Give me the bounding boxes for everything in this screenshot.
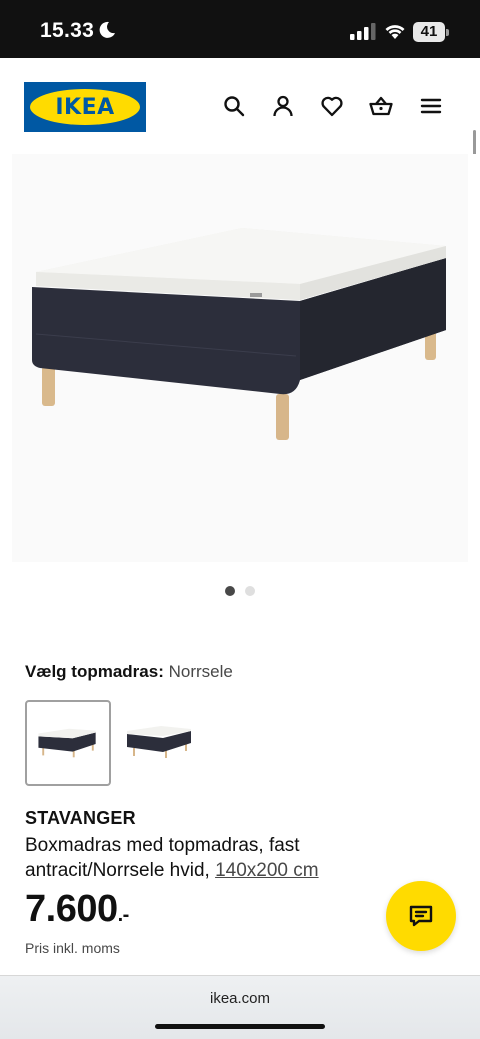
basket-icon[interactable] [369, 94, 393, 118]
signal-icon [350, 23, 376, 40]
wifi-icon [385, 25, 405, 39]
battery-level: 41 [420, 23, 438, 40]
battery-icon: 41 [413, 22, 449, 42]
address-bar[interactable]: ikea.com [0, 990, 480, 1007]
product-image[interactable] [0, 154, 480, 570]
product-name: STAVANGER [25, 808, 136, 828]
size-link[interactable]: 140x200 cm [215, 860, 319, 881]
price-note: Pris inkl. moms [25, 940, 120, 956]
user-icon[interactable] [271, 94, 295, 118]
logo-text: IKEA [55, 95, 115, 120]
price-value: 7.600 [25, 888, 118, 930]
site-header: IKEA [0, 58, 480, 154]
home-indicator[interactable] [155, 1024, 325, 1029]
variant-thumbnail-selected[interactable] [25, 700, 111, 786]
carousel-dots[interactable] [225, 586, 265, 596]
search-icon[interactable] [222, 94, 246, 118]
product-description: Boxmadras med topmadras, fast antracit/N… [25, 833, 385, 883]
status-time: 15.33 [40, 19, 95, 42]
variant-thumbnail[interactable] [117, 700, 203, 786]
ikea-logo[interactable]: IKEA [24, 82, 146, 132]
carousel-dot[interactable] [245, 586, 255, 596]
product-price: 7.600.- [25, 888, 129, 931]
carousel-dot-active[interactable] [225, 586, 235, 596]
chat-button[interactable] [386, 881, 456, 951]
price-suffix: .- [117, 904, 130, 926]
description-line1: Boxmadras med topmadras, fast [25, 835, 300, 856]
chat-icon [409, 905, 433, 927]
heart-icon[interactable] [320, 94, 344, 118]
topmattress-selector-label: Vælg topmadras: Norrsele [25, 662, 233, 682]
description-line2: antracit/Norrsele hvid, [25, 860, 210, 881]
menu-icon[interactable] [419, 94, 443, 118]
status-bar: 15.33 41 [0, 0, 480, 58]
moon-icon [99, 21, 115, 38]
browser-bar: ikea.com [0, 975, 480, 1039]
select-value: Norrsele [168, 662, 233, 681]
select-label: Vælg topmadras: [25, 662, 164, 681]
